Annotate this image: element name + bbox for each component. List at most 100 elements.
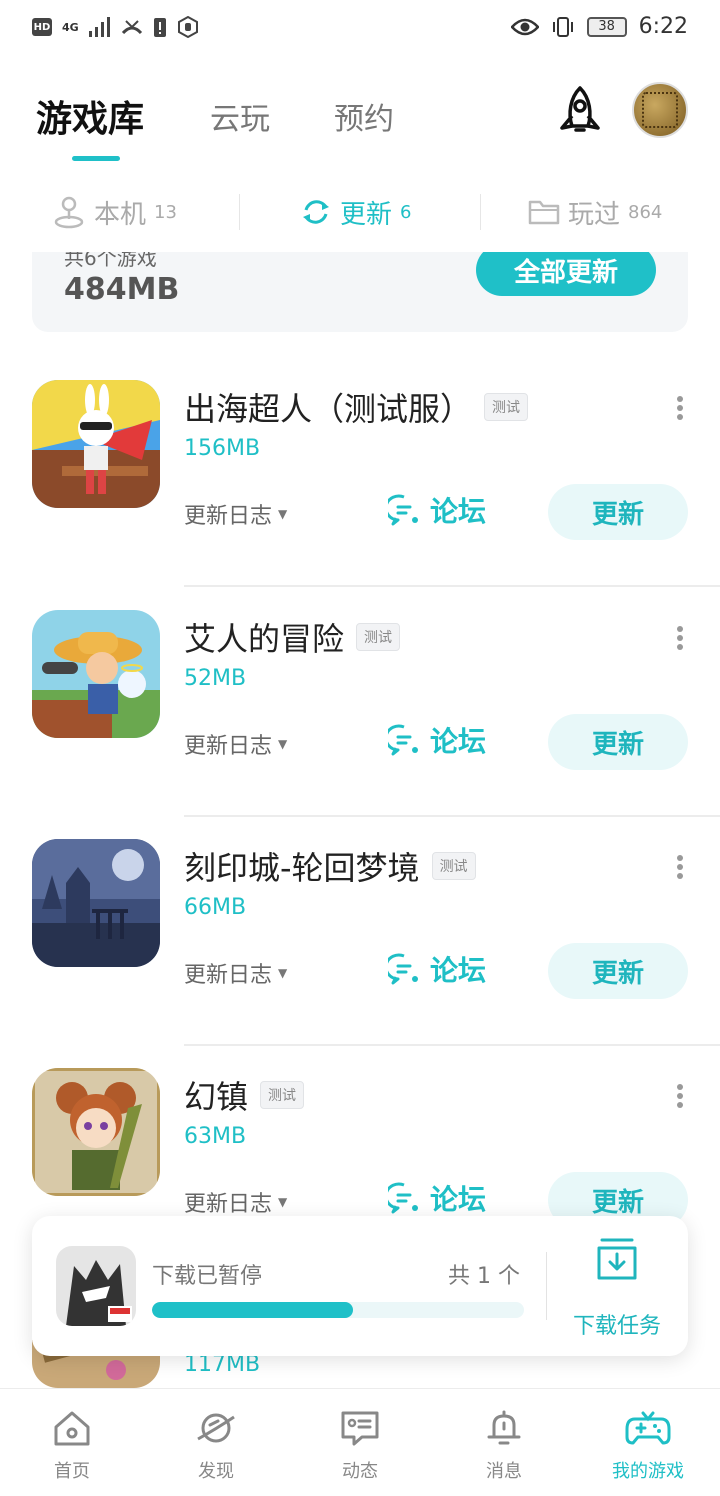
update-all-button[interactable]: 全部更新 [476,252,656,296]
download-game-thumbnail [56,1246,136,1326]
forum-button[interactable]: 论坛 [388,720,486,760]
game-icon-airen-adventure[interactable] [32,610,160,738]
list-item[interactable]: 出海超人（测试服） 测试 156MB 更新日志 ▼ 论坛 更新 [0,358,720,587]
nav-discover-label: 发现 [198,1461,234,1482]
planet-icon [197,1413,235,1443]
forum-bubble-icon [388,724,418,756]
top-header: 游戏库 云玩 预约 [0,70,720,170]
tab-cloud-play[interactable]: 云玩 [210,94,270,138]
hd-icon: HD [32,18,52,36]
summary-game-count: 共6个游戏 [64,252,157,270]
clock: 6:22 [638,14,688,39]
game-title: 出海超人（测试服） 测试 [184,384,529,430]
test-badge: 测试 [356,623,401,651]
divider [546,1252,547,1320]
update-button[interactable]: 更新 [548,484,688,540]
download-progress-bar [152,1302,524,1318]
update-summary-card: 共6个游戏 484MB 全部更新 [32,252,688,332]
vibrate-icon [552,16,573,37]
battery-indicator: 38 [586,16,627,37]
forum-button[interactable]: 论坛 [388,1178,486,1218]
game-icon-sea-superman[interactable] [32,380,160,508]
game-title-text[interactable]: 艾人的冒险 [184,614,344,660]
status-bar: HD 4G 38 6:22 [0,0,720,58]
game-title-text[interactable]: 出海超人（测试服） [184,384,472,430]
nav-home[interactable]: 首页 [0,1389,144,1496]
more-options-icon[interactable] [668,390,692,426]
game-size: 156MB [184,436,261,461]
download-tasks-button[interactable]: 下载任务 [560,1236,674,1340]
forum-label: 论坛 [430,725,487,758]
nav-feed-label: 动态 [342,1461,378,1482]
list-item[interactable]: 艾人的冒险 测试 52MB 更新日志 ▼ 论坛 更新 [0,588,720,817]
subtab-local-count: 13 [154,201,177,223]
nav-my-games-label: 我的游戏 [612,1461,684,1482]
rocket-button[interactable] [552,84,608,140]
changelog-label: 更新日志 [184,1192,273,1217]
game-title: 刻印城-轮回梦境 测试 [184,843,476,889]
changelog-label: 更新日志 [184,504,273,529]
changelog-label: 更新日志 [184,963,273,988]
home-icon [54,1411,90,1446]
update-button[interactable]: 更新 [548,943,688,999]
subtab-played-count: 864 [628,201,663,223]
subtab-local-label: 本机 [94,199,147,230]
changelog-label: 更新日志 [184,734,273,759]
joystick-icon [54,196,84,229]
nav-home-label: 首页 [54,1461,90,1482]
list-item[interactable]: 刻印城-轮回梦境 测试 66MB 更新日志 ▼ 论坛 更新 [0,817,720,1046]
more-options-icon[interactable] [668,849,692,885]
caret-down-icon: ▼ [278,1195,288,1209]
subtab-updates[interactable]: 更新 6 [300,186,411,238]
forum-button[interactable]: 论坛 [388,490,486,530]
forum-label: 论坛 [430,495,487,528]
bottom-navigation: 首页 发现 动态 消息 我的游戏 [0,1388,720,1496]
update-button[interactable]: 更新 [548,714,688,770]
rocket-icon [560,86,600,132]
changelog-toggle[interactable]: 更新日志 ▼ [184,728,287,760]
signal-bars-icon [88,17,110,37]
game-title-text[interactable]: 刻印城-轮回梦境 [184,843,420,889]
subtab-divider [239,194,240,230]
folder-icon [528,200,560,225]
changelog-toggle[interactable]: 更新日志 ▼ [184,957,287,989]
nav-my-games[interactable]: 我的游戏 [576,1389,720,1496]
eye-icon [510,18,539,35]
more-options-icon[interactable] [668,1078,692,1114]
download-count: 共 1 个 [448,1264,520,1289]
nav-feed[interactable]: 动态 [288,1389,432,1496]
call-missed-icon [121,20,142,35]
hand-icon [177,16,198,38]
tab-reservations[interactable]: 预约 [334,94,394,138]
subtab-updates-count: 6 [400,201,412,223]
download-tasks-label: 下载任务 [572,1314,661,1339]
forum-bubble-icon [388,953,418,985]
subtab-divider [480,194,481,230]
signal-icon: 4G [62,20,79,34]
avatar[interactable] [632,82,688,138]
subtab-played[interactable]: 玩过 864 [528,186,662,238]
game-icon-illusion-town[interactable] [32,1068,160,1196]
changelog-toggle[interactable]: 更新日志 ▼ [184,498,287,530]
summary-total-size: 484MB [64,272,180,307]
game-title: 艾人的冒险 测试 [184,614,401,660]
tab-game-library[interactable]: 游戏库 [36,90,144,142]
game-icon-engraved-city[interactable] [32,839,160,967]
forum-button[interactable]: 论坛 [388,949,486,989]
bell-icon [487,1410,521,1445]
nav-discover[interactable]: 发现 [144,1389,288,1496]
forum-bubble-icon [388,1182,418,1214]
caret-down-icon: ▼ [278,966,288,980]
subtab-local[interactable]: 本机 13 [52,186,177,238]
download-tray-icon [597,1238,637,1280]
game-title-text[interactable]: 幻镇 [184,1072,248,1118]
subtab-updates-label: 更新 [340,199,393,230]
nav-messages[interactable]: 消息 [432,1389,576,1496]
more-options-icon[interactable] [668,620,692,656]
changelog-toggle[interactable]: 更新日志 ▼ [184,1186,287,1218]
gamepad-icon [625,1411,671,1445]
alert-icon [153,18,166,37]
test-badge: 测试 [484,393,529,421]
game-title: 幻镇 测试 [184,1072,305,1118]
download-status-bar[interactable]: 下载已暂停 共 1 个 下载任务 [32,1216,688,1356]
